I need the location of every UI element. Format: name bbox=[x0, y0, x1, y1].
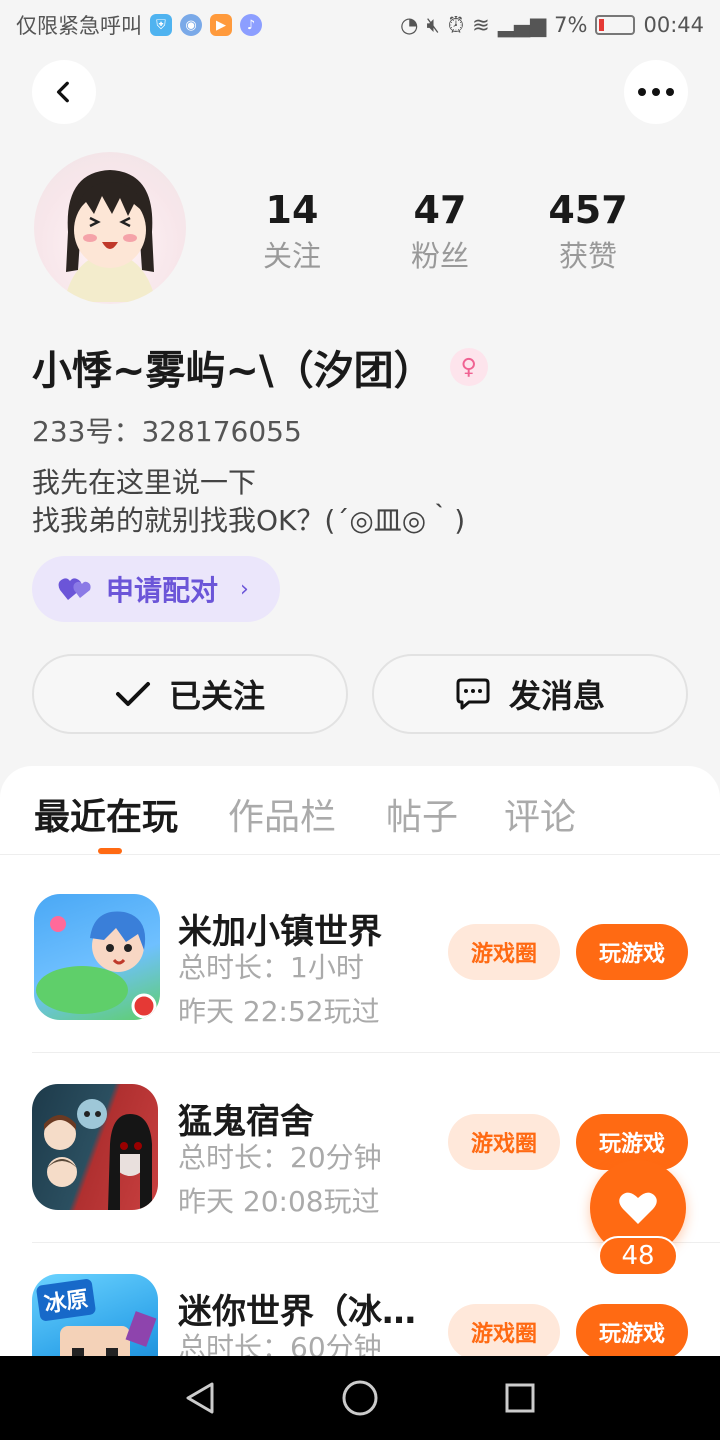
game-duration: 总时长：1小时 bbox=[178, 951, 364, 984]
data-saver-icon: ◔ bbox=[400, 13, 419, 37]
square-recents-icon bbox=[505, 1383, 535, 1413]
more-button[interactable] bbox=[624, 60, 688, 124]
following-button[interactable]: 已关注 bbox=[32, 654, 348, 734]
pair-request-button[interactable]: 申请配对 › bbox=[32, 556, 280, 622]
system-nav-bar bbox=[0, 1356, 720, 1440]
more-horizontal-icon bbox=[638, 88, 674, 96]
tab-recently-played[interactable]: 最近在玩 bbox=[34, 788, 178, 840]
divider bbox=[32, 1052, 720, 1053]
pair-label: 申请配对 bbox=[106, 574, 219, 607]
stat-following[interactable]: 14 关注 bbox=[222, 188, 362, 276]
game-last-played: 昨天 20:08玩过 bbox=[178, 1185, 380, 1218]
game-circle-button[interactable]: 游戏圈 bbox=[448, 1304, 560, 1360]
profile-name: 小悸~雾屿~\（汐团） bbox=[32, 348, 434, 394]
status-bar: 仅限紧急呼叫 ⛨ ◉ ▶ ♪ ◔ 🔇︎ ⏰︎ ≋ ▂▄▆ 7% 00:44 bbox=[0, 0, 720, 50]
following-label: 已关注 bbox=[168, 677, 265, 715]
stat-value: 14 bbox=[265, 188, 319, 232]
triangle-back-icon bbox=[186, 1382, 214, 1414]
female-icon: ♀ bbox=[449, 348, 488, 386]
play-game-button[interactable]: 玩游戏 bbox=[576, 924, 688, 980]
clock: 00:44 bbox=[643, 13, 704, 37]
message-button[interactable]: 发消息 bbox=[372, 654, 688, 734]
chevron-right-icon: › bbox=[240, 576, 249, 602]
game-duration: 总时长：20分钟 bbox=[178, 1141, 382, 1174]
video-app-icon: ▶ bbox=[210, 14, 232, 36]
game-circle-button[interactable]: 游戏圈 bbox=[448, 1114, 560, 1170]
double-heart-icon bbox=[58, 578, 91, 600]
heart-icon bbox=[619, 1192, 657, 1224]
tab-bar: 最近在玩 作品栏 帖子 评论 bbox=[0, 766, 720, 854]
stat-label: 关注 bbox=[262, 239, 321, 273]
profile-bio: 我先在这里说一下 找我弟的就别找我OK？(´◎皿◎｀) bbox=[32, 464, 465, 540]
music-app-icon: ♪ bbox=[240, 14, 262, 36]
stat-likes[interactable]: 457 获赞 bbox=[518, 188, 658, 276]
nav-recents-button[interactable] bbox=[498, 1376, 542, 1420]
circle-home-icon bbox=[342, 1380, 378, 1416]
game-last-played: 昨天 22:52玩过 bbox=[178, 995, 380, 1028]
avatar[interactable] bbox=[34, 152, 186, 304]
play-game-button[interactable]: 玩游戏 bbox=[576, 1304, 688, 1360]
battery-icon bbox=[595, 15, 636, 35]
alarm-icon: ⏰︎ bbox=[447, 12, 465, 37]
check-icon bbox=[115, 682, 150, 706]
stat-followers[interactable]: 47 粉丝 bbox=[370, 188, 510, 276]
ghost-dorm-game-icon bbox=[32, 1084, 158, 1210]
anime-girl-avatar-icon bbox=[64, 170, 156, 302]
stat-value: 457 bbox=[548, 188, 628, 232]
nav-back-button[interactable] bbox=[178, 1376, 222, 1420]
chat-bubble-icon bbox=[456, 678, 490, 710]
tab-works[interactable]: 作品栏 bbox=[228, 788, 336, 840]
user-id: 233号：328176055 bbox=[32, 415, 302, 448]
carrier-text: 仅限紧急呼叫 bbox=[16, 14, 142, 38]
shield-app-icon: ⛨ bbox=[150, 14, 172, 36]
miga-town-game-icon bbox=[34, 894, 160, 1020]
stat-label: 获赞 bbox=[558, 239, 617, 273]
divider bbox=[0, 854, 720, 855]
mute-icon: 🔇︎ bbox=[426, 12, 440, 37]
tab-posts[interactable]: 帖子 bbox=[386, 788, 458, 840]
name-row: 小悸~雾屿~\（汐团） ♀ bbox=[32, 338, 488, 396]
message-label: 发消息 bbox=[508, 677, 605, 715]
game-row[interactable]: 米加小镇世界 总时长：1小时 昨天 22:52玩过 游戏圈 玩游戏 bbox=[0, 864, 720, 1054]
chevron-left-icon bbox=[56, 81, 69, 103]
tab-comments[interactable]: 评论 bbox=[504, 788, 576, 840]
bio-line: 找我弟的就别找我OK？(´◎皿◎｀) bbox=[32, 504, 466, 537]
game-circle-button[interactable]: 游戏圈 bbox=[448, 924, 560, 980]
content-card: 最近在玩 作品栏 帖子 评论 米加小镇世界 总时长：1小时 昨天 22:52玩过… bbox=[0, 766, 720, 1400]
nav-home-button[interactable] bbox=[338, 1376, 382, 1420]
stat-label: 粉丝 bbox=[410, 239, 469, 273]
wifi-icon: ≋ bbox=[472, 13, 490, 37]
stat-value: 47 bbox=[413, 188, 467, 232]
back-button[interactable] bbox=[32, 60, 96, 124]
battery-percent: 7% bbox=[554, 13, 588, 37]
like-count-badge: 48 bbox=[598, 1236, 678, 1276]
signal-icon: ▂▄▆ bbox=[497, 13, 547, 37]
browser-app-icon: ◉ bbox=[180, 14, 202, 36]
bio-line: 我先在这里说一下 bbox=[32, 466, 257, 499]
